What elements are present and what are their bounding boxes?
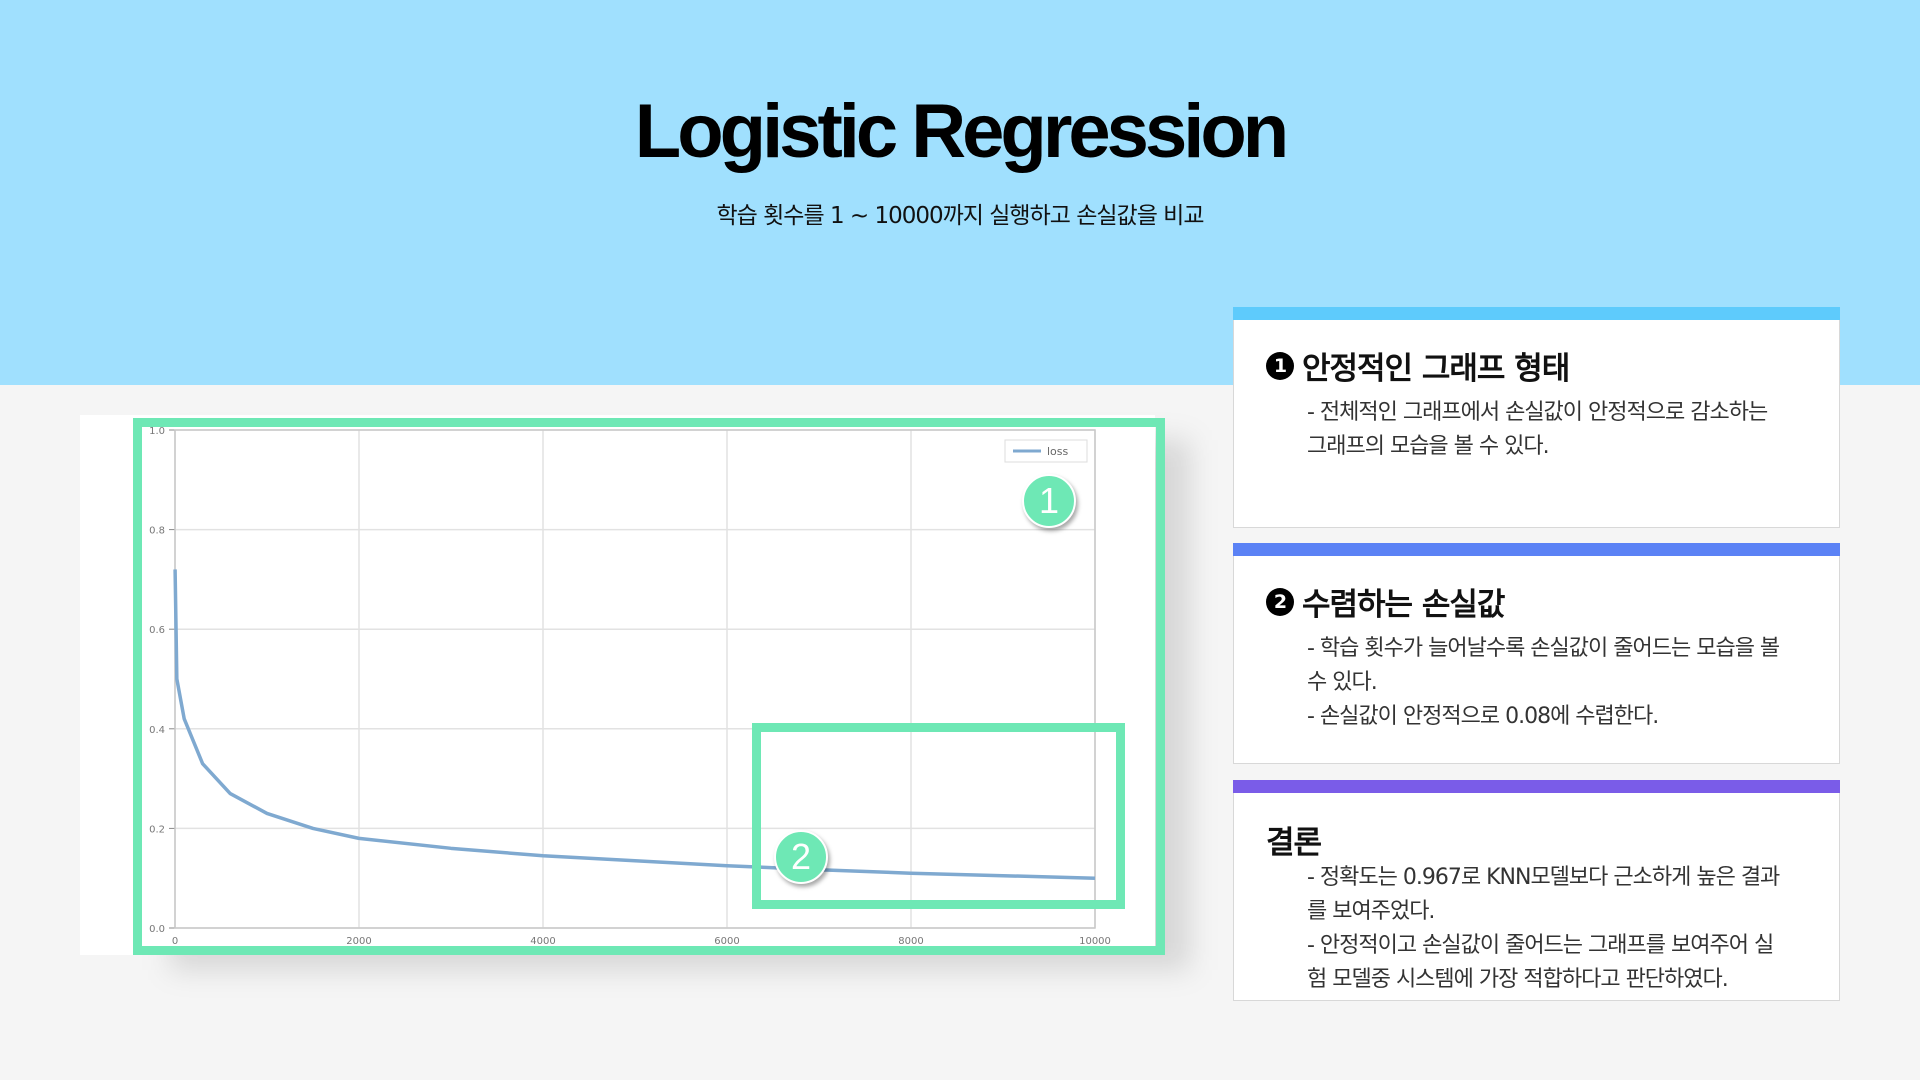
number-two-icon: 2 xyxy=(1266,587,1294,616)
card-accent-bar xyxy=(1233,307,1840,320)
card-converging-loss: 2 수렴하는 손실값 - 학습 횟수가 늘어날수록 손실값이 줄어드는 모습을 … xyxy=(1233,543,1840,764)
card-title-text: 결론 xyxy=(1266,825,1322,861)
card-line: 를 보여주었다. xyxy=(1307,899,1435,924)
card-line: - 손실값이 안정적으로 0.08에 수렵한다. xyxy=(1307,704,1659,729)
card-title: 2 수렴하는 손실값 xyxy=(1266,579,1505,624)
card-body: - 학습 횟수가 늘어날수록 손실값이 줄어드는 모습을 볼 수 있다. - 손… xyxy=(1307,632,1817,734)
card-line: - 학습 횟수가 늘어날수록 손실값이 줄어드는 모습을 볼 xyxy=(1307,636,1780,661)
card-line: 험 모델중 시스템에 가장 적합하다고 판단하였다. xyxy=(1307,967,1729,992)
card-line: 수 있다. xyxy=(1307,670,1378,695)
card-body: - 전체적인 그래프에서 손실값이 안정적으로 감소하는 그래프의 모습을 볼 … xyxy=(1307,396,1817,464)
card-stable-graph: 1 안정적인 그래프 형태 - 전체적인 그래프에서 손실값이 안정적으로 감소… xyxy=(1233,307,1840,528)
page-subtitle: 학습 횟수를 1 ~ 10000까지 실행하고 손실값을 비교 xyxy=(716,203,1205,229)
badge-1: 1 xyxy=(1022,474,1076,528)
card-line: - 정확도는 0.967로 KNN모델보다 근소하게 높은 결과 xyxy=(1307,865,1780,890)
number-one-icon: 1 xyxy=(1266,351,1294,380)
card-accent-bar xyxy=(1233,543,1840,556)
page-title: Logistic Regression xyxy=(634,89,1289,174)
card-conclusion: 결론 - 정확도는 0.967로 KNN모델보다 근소하게 높은 결과 를 보여… xyxy=(1233,780,1840,1001)
card-body: - 정확도는 0.967로 KNN모델보다 근소하게 높은 결과 를 보여주었다… xyxy=(1307,861,1817,997)
card-accent-bar xyxy=(1233,780,1840,793)
card-title-text: 안정적인 그래프 형태 xyxy=(1302,351,1570,387)
card-title-text: 수렴하는 손실값 xyxy=(1302,587,1505,623)
card-title: 결론 xyxy=(1266,817,1322,862)
badge-2: 2 xyxy=(774,830,828,884)
card-line: 그래프의 모습을 볼 수 있다. xyxy=(1307,434,1550,459)
card-line: - 전체적인 그래프에서 손실값이 안정적으로 감소하는 xyxy=(1307,400,1768,425)
card-title: 1 안정적인 그래프 형태 xyxy=(1266,343,1570,388)
card-line: - 안정적이고 손실값이 줄어드는 그래프를 보여주어 실 xyxy=(1307,933,1774,958)
